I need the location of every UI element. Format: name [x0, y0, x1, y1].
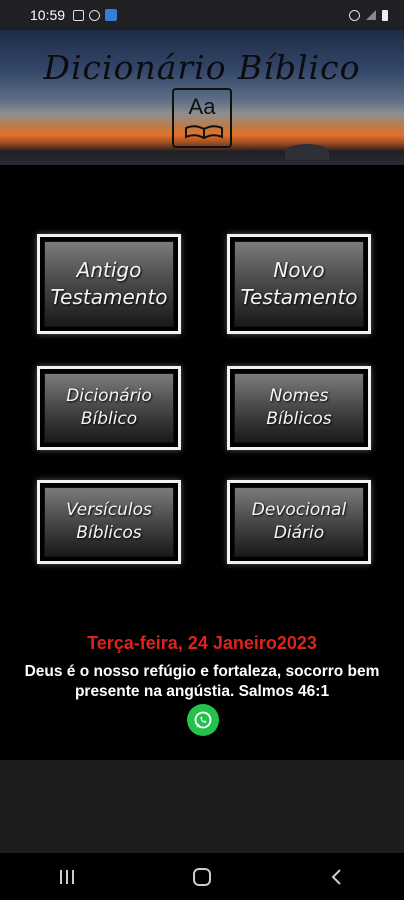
button-label-line2: Diário — [273, 523, 325, 543]
antigo-testamento-button[interactable]: Antigo Testamento — [37, 234, 181, 334]
horizon-hill — [285, 144, 329, 160]
header-banner: Dicionário Bíblico Aa — [0, 30, 404, 165]
button-label-line2: Testamento — [50, 285, 168, 309]
status-bar: 10:59 — [0, 0, 404, 30]
button-label-line1: Novo — [273, 258, 325, 282]
dicionario-biblico-button[interactable]: Dicionário Bíblico — [37, 366, 181, 450]
novo-testamento-button[interactable]: Novo Testamento — [227, 234, 371, 334]
navigation-bar — [0, 853, 404, 900]
app-title: Dicionário Bíblico — [43, 48, 361, 87]
open-book-icon — [185, 125, 223, 140]
signal-icon — [366, 10, 376, 20]
button-label-line1: Dicionário — [66, 386, 152, 407]
back-button[interactable] — [317, 857, 357, 897]
app-notification-icon — [105, 9, 118, 21]
verse-text: Deus é o nosso refúgio e fortaleza, soco… — [24, 663, 380, 700]
button-label-line2: Testamento — [240, 285, 358, 309]
button-label-line1: Antigo — [76, 258, 142, 282]
logo-text: Aa — [188, 94, 216, 119]
recent-apps-button[interactable] — [47, 857, 87, 897]
app-logo: Aa — [172, 88, 232, 148]
bottom-band — [0, 760, 404, 853]
button-label-line2: Bíblicos — [76, 523, 142, 543]
button-label-line1: Nomes — [269, 386, 329, 407]
devocional-diario-button[interactable]: Devocional Diário — [227, 480, 371, 564]
recent-apps-icon — [60, 869, 75, 884]
home-icon — [192, 867, 211, 886]
button-label-line2: Bíblico — [80, 409, 138, 429]
button-label-line1: Devocional — [251, 500, 347, 521]
back-icon — [331, 868, 341, 885]
status-time: 10:59 — [30, 7, 66, 23]
button-label-line1: Versículos — [66, 500, 152, 521]
battery-icon — [382, 9, 388, 21]
verse-date: Terça-feira, 24 Janeiro2023 — [87, 633, 317, 653]
whatsapp-notification-icon — [89, 9, 101, 21]
alarm-icon — [349, 9, 360, 21]
home-button[interactable] — [182, 857, 222, 897]
versiculos-biblicos-button[interactable]: Versículos Bíblicos — [37, 480, 181, 564]
whatsapp-share-icon[interactable] — [187, 704, 219, 736]
nomes-biblicos-button[interactable]: Nomes Bíblicos — [227, 366, 371, 450]
button-label-line2: Bíblicos — [266, 409, 332, 429]
gallery-notification-icon — [73, 9, 85, 21]
